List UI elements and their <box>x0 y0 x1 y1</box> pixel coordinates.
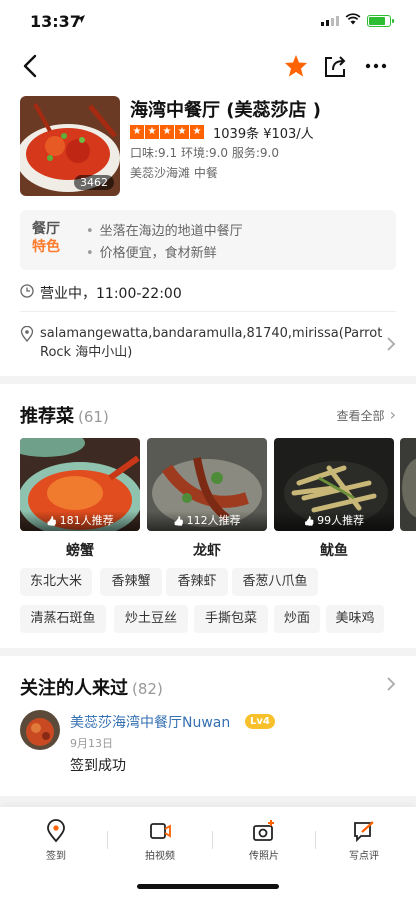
dish-tag[interactable]: 清蒸石斑鱼 <box>20 605 106 633</box>
upload-photo-button[interactable]: 传照片 <box>224 819 304 869</box>
dish-tag[interactable]: 东北大米 <box>20 568 92 596</box>
sub-scores: 口味:9.1 环境:9.0 服务:9.0 <box>130 146 280 160</box>
dish-recommend-count: 112人推荐 <box>147 511 267 531</box>
dish-tag[interactable]: 美味鸡 <box>326 605 384 633</box>
location-pin-icon <box>47 819 65 843</box>
location-pin-icon <box>20 326 34 342</box>
avatar[interactable] <box>20 710 60 750</box>
feature-label-top: 餐厅 <box>32 221 60 237</box>
dish-tag[interactable]: 香辣虾 <box>166 568 228 596</box>
restaurant-photo[interactable]: 3462 <box>20 96 120 196</box>
feature-label-bottom: 特色 <box>32 239 60 255</box>
tab-divider <box>315 831 316 849</box>
feature-label: 餐厅 特色 <box>32 220 62 256</box>
dish-recommend-count: 181人推荐 <box>20 511 140 531</box>
checkin-button[interactable]: 签到 <box>16 819 96 869</box>
status-time: 13:37 <box>30 12 81 31</box>
restaurant-header: 3462 海湾中餐厅 (美蕊莎店 ) ★ ★ ★ ★ ★ 1039条 ¥103/人 口味… <box>20 96 400 198</box>
followers-title[interactable]: 关注的人来过 (82) <box>20 674 163 700</box>
wifi-icon <box>345 13 361 25</box>
feature-box: 餐厅 特色 坐落在海边的地道中餐厅 价格便宜，食材新鲜 <box>20 210 396 270</box>
more-icon[interactable] <box>362 52 390 80</box>
address-text: salamangewatta,bandaramulla,81740,miriss… <box>40 326 383 360</box>
checkin-content: 签到成功 <box>70 758 126 774</box>
dish-tag[interactable]: 手撕包菜 <box>194 605 268 633</box>
level-badge: Lv4 <box>245 714 275 729</box>
feature-item: 坐落在海边的地道中餐厅 <box>86 220 243 239</box>
followers-count: (82) <box>132 680 163 698</box>
rating-stars: ★ ★ ★ ★ ★ <box>130 125 204 139</box>
see-all-link[interactable]: 查看全部 <box>337 405 397 424</box>
dish-tag[interactable]: 炒土豆丝 <box>114 605 188 633</box>
dish-card-lobster[interactable]: 112人推荐 <box>147 438 267 531</box>
dish-card-crab[interactable]: 181人推荐 <box>20 438 140 531</box>
write-review-button[interactable]: 写点评 <box>324 819 404 869</box>
clock-icon <box>20 284 34 298</box>
tab-divider <box>107 831 108 849</box>
hours-text: 营业中，11:00-22:00 <box>40 286 182 302</box>
dish-card-partial[interactable] <box>400 438 416 531</box>
video-camera-icon <box>150 823 171 839</box>
dish-tag[interactable]: 炒面 <box>274 605 320 633</box>
status-bar: 13:37 <box>0 0 416 44</box>
star-icon: ★ <box>175 125 189 139</box>
section-divider <box>0 648 416 656</box>
star-icon: ★ <box>160 125 174 139</box>
tab-label: 传照片 <box>249 851 279 862</box>
dish-recommend-count: 99人推荐 <box>274 511 394 531</box>
dish-tag[interactable]: 香葱八爪鱼 <box>232 568 318 596</box>
chevron-left-icon[interactable] <box>18 52 44 80</box>
user-avatar-image <box>20 710 60 750</box>
feature-item: 价格便宜，食材新鲜 <box>86 242 217 261</box>
followers-title-text: 关注的人来过 <box>20 678 128 699</box>
star-icon: ★ <box>190 125 204 139</box>
dish-name: 螃蟹 <box>66 543 94 559</box>
restaurant-name: 海湾中餐厅 (美蕊莎店 ) <box>130 100 321 121</box>
location-arrow-icon <box>77 15 85 23</box>
camera-plus-icon <box>253 820 274 841</box>
star-icon[interactable] <box>282 52 310 80</box>
dishes-title: 推荐菜 (61) <box>20 402 109 428</box>
review-count-price[interactable]: 1039条 ¥103/人 <box>213 123 314 142</box>
tab-label: 拍视频 <box>145 851 175 862</box>
dishes-title-text: 推荐菜 <box>20 406 74 427</box>
user-name[interactable]: 美蕊莎海湾中餐厅Nuwan <box>70 712 230 732</box>
chevron-right-icon <box>387 337 396 351</box>
shoot-video-button[interactable]: 拍视频 <box>120 819 200 869</box>
battery-icon <box>367 15 394 27</box>
tab-label: 写点评 <box>349 851 379 862</box>
dish-card-squid[interactable]: 99人推荐 <box>274 438 394 531</box>
share-icon[interactable] <box>321 52 349 80</box>
tab-divider <box>212 831 213 849</box>
checkin-date: 9月13日 <box>70 737 113 750</box>
dish-tag[interactable]: 香辣蟹 <box>100 568 162 596</box>
section-divider <box>0 376 416 384</box>
home-indicator[interactable] <box>137 884 279 889</box>
business-hours: 营业中，11:00-22:00 <box>20 276 396 312</box>
nav-bar <box>0 44 416 88</box>
cellular-signal-icon <box>321 16 339 26</box>
dishes-count: (61) <box>78 408 109 426</box>
star-icon: ★ <box>130 125 144 139</box>
star-icon: ★ <box>145 125 159 139</box>
dish-name: 龙虾 <box>193 543 221 559</box>
chevron-right-icon[interactable] <box>386 676 396 692</box>
area-category: 美蕊沙海滩 中餐 <box>130 166 218 180</box>
section-divider <box>0 796 416 806</box>
address-row[interactable]: salamangewatta,bandaramulla,81740,miriss… <box>20 322 396 368</box>
dish-name: 鱿鱼 <box>320 543 348 559</box>
photo-count: 3462 <box>74 175 114 190</box>
edit-review-icon <box>354 821 374 843</box>
tab-label: 签到 <box>46 851 66 862</box>
dish-image <box>400 438 416 531</box>
